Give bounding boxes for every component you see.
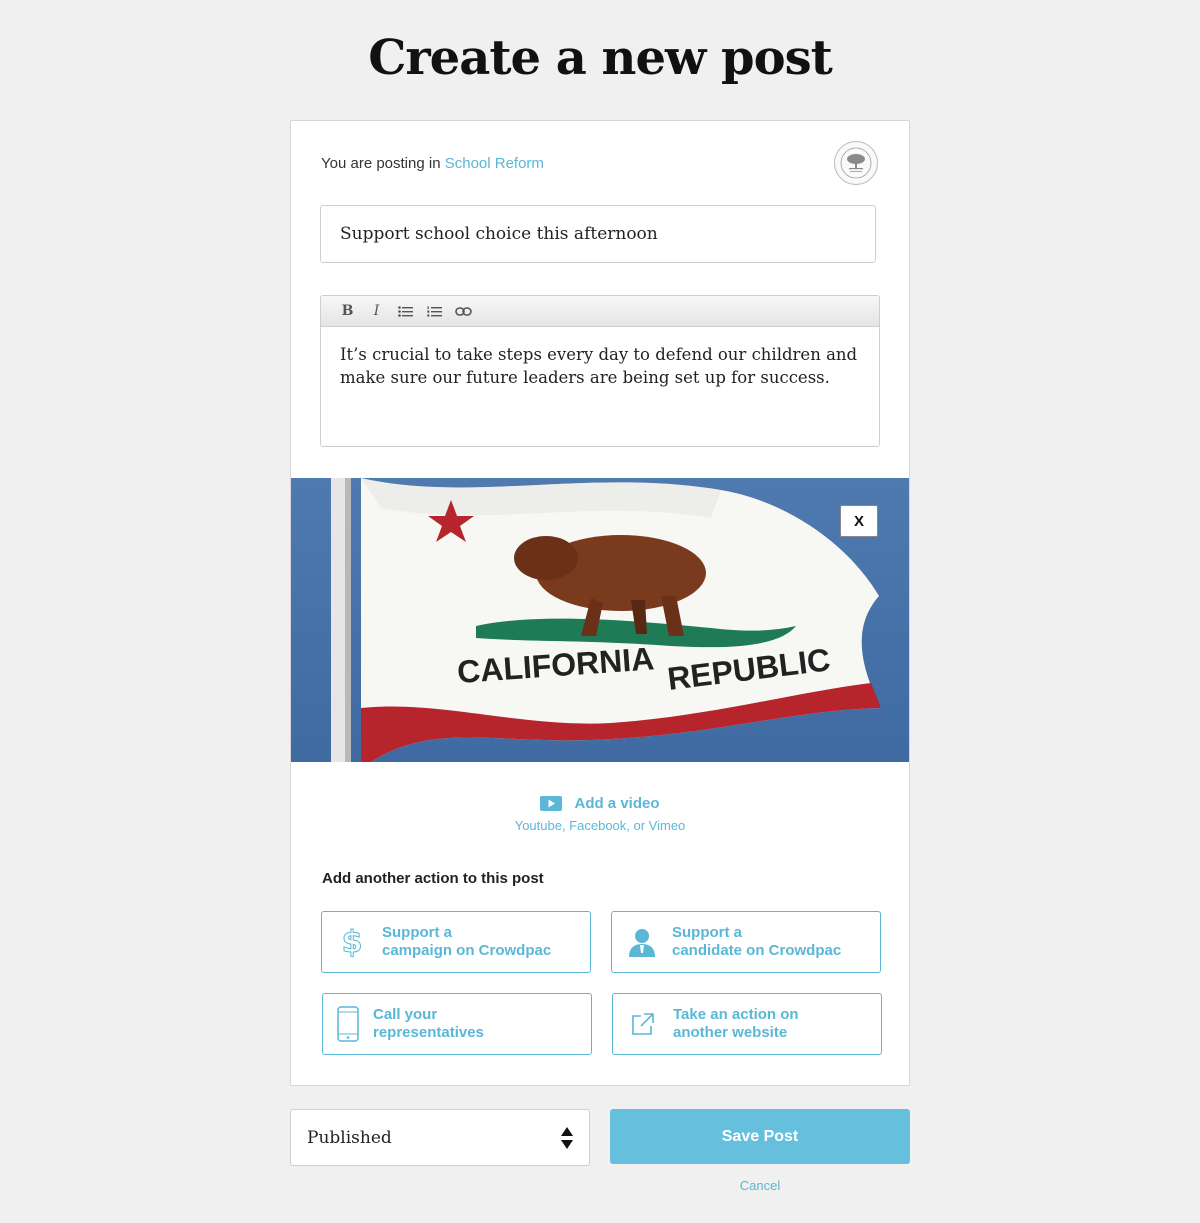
city-seal-icon[interactable] bbox=[834, 141, 878, 185]
action-support-candidate[interactable]: Support a candidate on Crowdpac bbox=[611, 911, 881, 973]
action-line2: another website bbox=[673, 1024, 788, 1041]
bulleted-list-icon[interactable] bbox=[391, 300, 420, 322]
actions-heading: Add another action to this post bbox=[322, 870, 544, 887]
action-line1: Support a bbox=[382, 924, 452, 941]
italic-icon[interactable]: I bbox=[362, 300, 391, 322]
candidate-icon bbox=[612, 927, 672, 957]
action-line1: Call your bbox=[373, 1006, 438, 1023]
status-select[interactable]: Published bbox=[290, 1109, 590, 1166]
numbered-list-icon[interactable] bbox=[420, 300, 449, 322]
post-body-editor[interactable]: B I It’s crucial to take steps every day… bbox=[320, 295, 880, 447]
action-line1: Support a bbox=[672, 924, 742, 941]
group-link[interactable]: School Reform bbox=[445, 155, 544, 172]
add-video-label[interactable]: Add a video bbox=[574, 795, 659, 812]
action-line1: Take an action on bbox=[673, 1006, 799, 1023]
post-body-text[interactable]: It’s crucial to take steps every day to … bbox=[321, 327, 879, 405]
phone-icon bbox=[323, 1006, 373, 1042]
save-post-button[interactable]: Save Post bbox=[610, 1109, 910, 1164]
link-icon[interactable] bbox=[449, 300, 478, 322]
action-line2: candidate on Crowdpac bbox=[672, 942, 842, 959]
post-image: CALIFORNIA REPUBLIC X bbox=[291, 478, 909, 762]
status-select-value: Published bbox=[307, 1127, 392, 1148]
posting-prefix: You are posting in bbox=[321, 155, 441, 172]
action-line2: representatives bbox=[373, 1024, 484, 1041]
svg-text:$: $ bbox=[342, 925, 362, 959]
play-icon bbox=[540, 796, 563, 811]
remove-image-button[interactable]: X bbox=[840, 505, 878, 537]
action-support-campaign[interactable]: $ Support a campaign on Crowdpac bbox=[321, 911, 591, 973]
bold-icon[interactable]: B bbox=[333, 300, 362, 322]
post-form-card: You are posting in School Reform Support… bbox=[290, 120, 910, 1086]
add-video-hint: Youtube, Facebook, or Vimeo bbox=[514, 818, 686, 833]
add-video[interactable]: Add a video Youtube, Facebook, or Vimeo bbox=[291, 795, 909, 833]
california-flag-image: CALIFORNIA REPUBLIC bbox=[291, 478, 909, 762]
select-arrows-icon bbox=[561, 1126, 573, 1149]
action-call-representatives[interactable]: Call your representatives bbox=[322, 993, 592, 1055]
external-link-icon bbox=[613, 1012, 673, 1036]
action-external-website[interactable]: Take an action on another website bbox=[612, 993, 882, 1055]
dollar-icon: $ bbox=[322, 925, 382, 959]
editor-toolbar: B I bbox=[321, 296, 879, 327]
cancel-link[interactable]: Cancel bbox=[610, 1178, 910, 1193]
posting-in-line: You are posting in School Reform bbox=[321, 155, 544, 172]
post-title-input[interactable]: Support school choice this afternoon bbox=[320, 205, 876, 263]
action-line2: campaign on Crowdpac bbox=[382, 942, 552, 959]
page-title: Create a new post bbox=[368, 30, 833, 86]
